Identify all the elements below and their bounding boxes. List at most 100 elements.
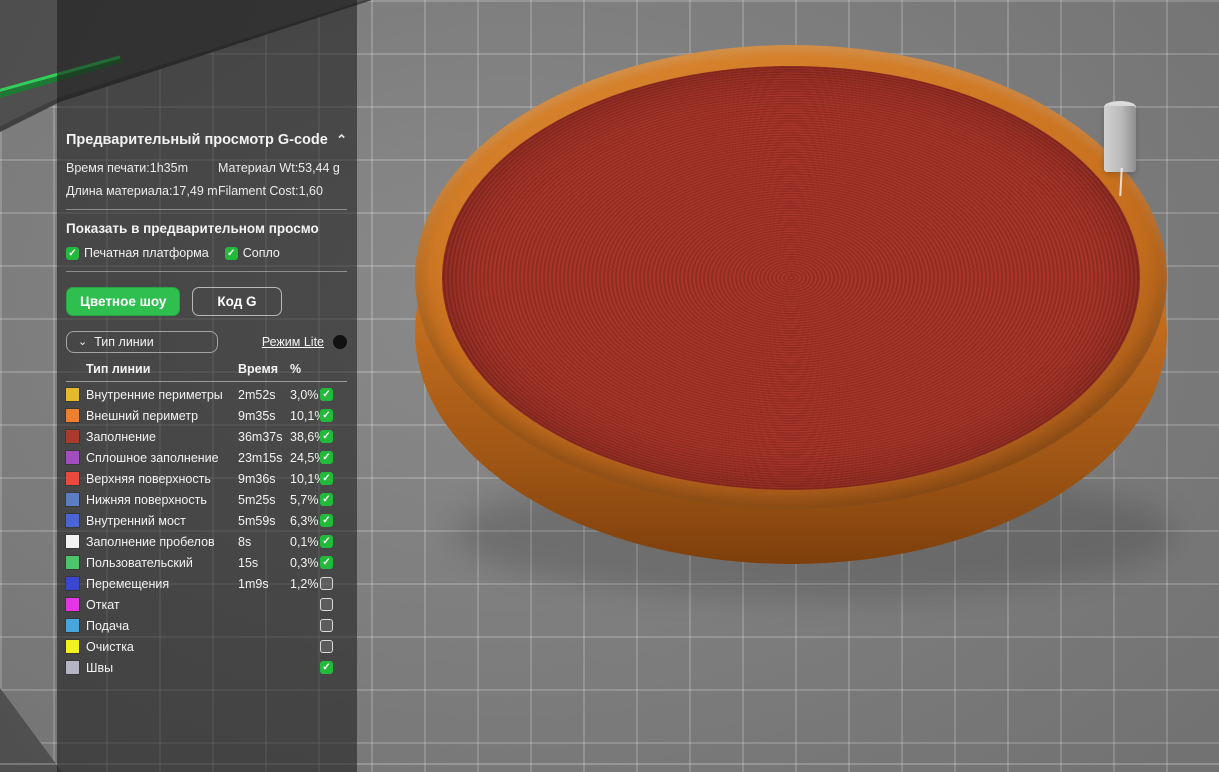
line-time: 5m59s: [238, 513, 276, 528]
line-pct: 10,1%: [290, 408, 326, 423]
line-visible-checkbox[interactable]: [320, 514, 333, 527]
line-type-row: Швы: [66, 657, 347, 678]
line-type-dropdown-label: Тип линии: [94, 335, 154, 349]
material-weight-value: 53,44 g: [298, 161, 340, 175]
preview-options: Печатная платформа Сопло: [66, 246, 347, 260]
divider: [66, 271, 347, 272]
line-type-label: Внутренние периметры: [86, 387, 223, 402]
line-visible-checkbox[interactable]: [320, 493, 333, 506]
line-color-swatch: [66, 619, 79, 632]
line-pct: 3,0%: [290, 387, 319, 402]
line-type-row: Пользовательский 15s 0,3%: [66, 552, 347, 573]
line-type-label: Откат: [86, 597, 120, 612]
line-color-swatch: [66, 598, 79, 611]
line-time: 9m36s: [238, 471, 276, 486]
line-type-label: Пользовательский: [86, 555, 193, 570]
line-visible-checkbox[interactable]: [320, 661, 333, 674]
line-pct: 0,3%: [290, 555, 319, 570]
line-color-swatch: [66, 493, 79, 506]
mode-toggle-dot[interactable]: [333, 335, 347, 349]
line-visible-checkbox[interactable]: [320, 472, 333, 485]
prime-tower[interactable]: [1104, 106, 1136, 172]
line-time: 36m37s: [238, 429, 283, 444]
line-color-swatch: [66, 430, 79, 443]
line-type-table-header: Тип линии Время %: [66, 362, 347, 382]
line-type-row: Сплошное заполнение 23m15s 24,5%: [66, 447, 347, 468]
chevron-down-icon: ⌄: [78, 336, 88, 348]
line-type-row: Внутренний мост 5m59s 6,3%: [66, 510, 347, 531]
line-pct: 6,3%: [290, 513, 319, 528]
line-type-label: Нижняя поверхность: [86, 492, 207, 507]
line-visible-checkbox[interactable]: [320, 598, 333, 611]
line-type-row: Нижняя поверхность 5m25s 5,7%: [66, 489, 347, 510]
line-type-rows: Внутренние периметры 2m52s 3,0% Внешний …: [66, 384, 347, 678]
line-pct: 24,5%: [290, 450, 326, 465]
checkbox-icon: [66, 246, 79, 260]
collapse-chevron-icon[interactable]: ⌃: [336, 133, 347, 146]
filament-cost-label: Filament Cost:: [218, 184, 299, 198]
show-nozzle-label: Сопло: [242, 246, 280, 260]
panel-title: Предварительный просмотр G-code: [66, 132, 328, 148]
line-type-label: Заполнение пробелов: [86, 534, 215, 549]
line-type-row: Заполнение 36m37s 38,6%: [66, 426, 347, 447]
line-visible-checkbox[interactable]: [320, 577, 333, 590]
line-time: 1m9s: [238, 576, 269, 591]
line-visible-checkbox[interactable]: [320, 556, 333, 569]
checkbox-icon: [224, 246, 238, 260]
line-color-swatch: [66, 556, 79, 569]
line-time: 5m25s: [238, 492, 276, 507]
line-type-label: Швы: [86, 660, 114, 675]
line-time: 8s: [238, 534, 252, 549]
line-pct: 38,6%: [290, 429, 326, 444]
line-color-swatch: [66, 472, 79, 485]
line-type-label: Сплошное заполнение: [86, 450, 219, 465]
show-plate-checkbox[interactable]: Печатная платформа: [66, 246, 209, 260]
line-pct: 1,2%: [290, 576, 319, 591]
line-visible-checkbox[interactable]: [320, 640, 333, 653]
line-type-row: Очистка: [66, 636, 347, 657]
show-in-preview-heading: Показать в предварительном просмо: [66, 221, 319, 236]
line-type-row: Внешний периметр 9m35s 10,1%: [66, 405, 347, 426]
line-color-swatch: [66, 535, 79, 548]
line-type-dropdown[interactable]: ⌄ Тип линии: [66, 331, 218, 353]
line-color-swatch: [66, 409, 79, 422]
print-time-stat: Время печати:1h35m: [66, 161, 218, 175]
line-type-row: Верхняя поверхность 9m36s 10,1%: [66, 468, 347, 489]
material-length-stat: Длина материала:17,49 m: [66, 184, 218, 198]
gcode-preview-panel: Предварительный просмотр G-code ⌃ Время …: [57, 0, 357, 772]
line-type-row: Заполнение пробелов 8s 0,1%: [66, 531, 347, 552]
line-type-label: Очистка: [86, 639, 134, 654]
show-nozzle-checkbox[interactable]: Сопло: [224, 246, 280, 260]
material-length-value: 17,49 m: [172, 184, 218, 198]
line-type-label: Подача: [86, 618, 130, 633]
line-visible-checkbox[interactable]: [320, 430, 333, 443]
line-type-label: Перемещения: [86, 576, 170, 591]
line-visible-checkbox[interactable]: [320, 409, 333, 422]
line-pct: 0,1%: [290, 534, 319, 549]
line-color-swatch: [66, 661, 79, 674]
mode-lite-link[interactable]: Режим Lite: [262, 335, 324, 349]
line-type-row: Подача: [66, 615, 347, 636]
col-time: Время: [238, 362, 278, 376]
line-type-label: Верхняя поверхность: [86, 471, 211, 486]
line-type-label: Внешний периметр: [86, 408, 199, 423]
line-type-row: Перемещения 1m9s 1,2%: [66, 573, 347, 594]
line-visible-checkbox[interactable]: [320, 388, 333, 401]
gcode-button[interactable]: Код G: [192, 287, 282, 316]
disc-infill-top[interactable]: [442, 66, 1140, 490]
show-plate-label: Печатная платформа: [84, 246, 209, 260]
print-time-label: Время печати:: [66, 161, 150, 175]
line-color-swatch: [66, 640, 79, 653]
mode-controls: Режим Lite: [262, 335, 347, 349]
line-pct: 10,1%: [290, 471, 326, 486]
line-color-swatch: [66, 451, 79, 464]
color-scheme-button[interactable]: Цветное шоу: [66, 287, 181, 316]
line-type-label: Заполнение: [86, 429, 156, 444]
print-time-value: 1h35m: [149, 161, 188, 175]
line-visible-checkbox[interactable]: [320, 619, 333, 632]
line-type-label: Внутренний мост: [86, 513, 186, 528]
line-color-swatch: [66, 577, 79, 590]
line-visible-checkbox[interactable]: [320, 535, 333, 548]
material-weight-label: Материал Wt:: [218, 161, 299, 175]
line-visible-checkbox[interactable]: [320, 451, 333, 464]
